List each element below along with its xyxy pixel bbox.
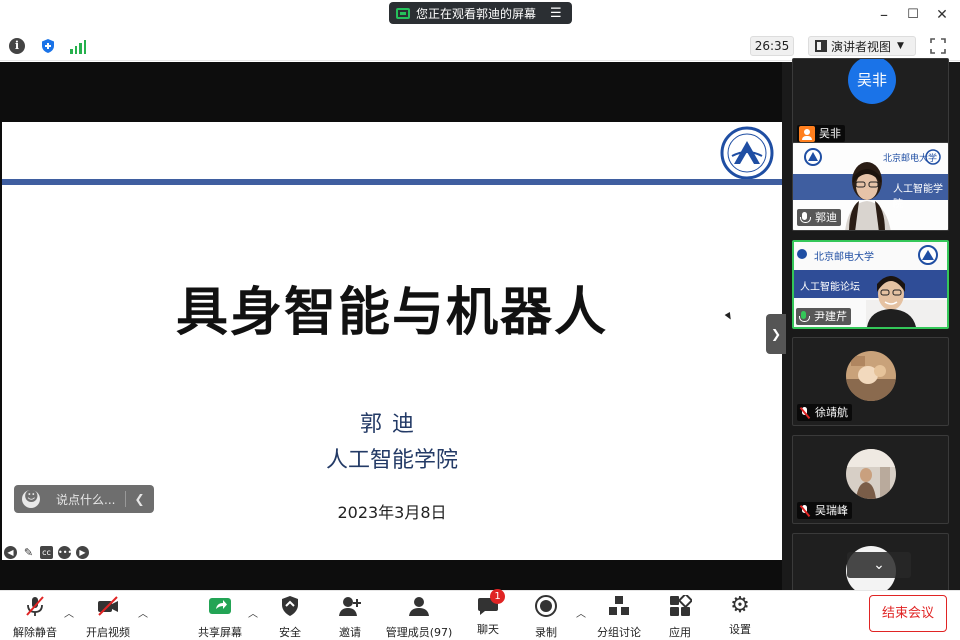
add-user-icon [339,597,361,616]
meeting-timer: 26:35 [750,36,794,56]
record-options-caret[interactable]: ︿ [576,605,586,620]
microphone-icon [799,211,811,224]
participant-tile-active-speaker[interactable]: 北京邮电大学 人工智能论坛 尹建芹 [792,240,949,329]
breakout-rooms-icon [609,596,629,615]
start-video-button[interactable]: 开启视频 [80,595,136,639]
info-icon[interactable]: i [9,38,25,54]
chat-icon-wrapper: 1 [476,589,505,617]
chevron-right-icon: ❯ [770,327,782,341]
share-options-icon[interactable]: ☰ [550,6,562,21]
participants-icon [409,597,429,616]
manage-participants-button[interactable]: 管理成员(97) [384,595,454,639]
microphone-muted-icon [26,596,44,616]
video-camera-off-icon [98,596,118,616]
microphone-muted-icon [799,406,811,419]
emoji-icon[interactable] [22,489,40,508]
reaction-chat-bar[interactable]: 说点什么... ❮ [14,485,154,513]
microphone-muted-icon [799,504,811,517]
title-bar: 您正在观看郭迪的屏幕 ☰ – ☐ ✕ [0,0,960,30]
chat-button[interactable]: 1 聊天 [468,589,508,639]
participant-gallery[interactable]: 吴非 吴非 北京邮电大学 人工智能学院 郭迪 北京邮电大学 人工智能论坛 尹建芹… [782,58,960,593]
arrow-right-icon[interactable]: ▶ [76,546,89,559]
participant-tile[interactable]: ⌄ [792,533,949,593]
apps-button[interactable]: 应用 [660,593,700,639]
participant-name-label: 尹建芹 [796,308,851,325]
chevron-down-icon: ⌄ [873,557,885,573]
fullscreen-icon[interactable] [930,38,946,54]
minimize-button[interactable]: – [873,4,895,26]
avatar [846,351,896,401]
record-button[interactable]: 录制 [526,595,566,639]
speaker-view-icon [815,40,827,52]
caption-icon[interactable]: cc [40,546,53,559]
avatar: 吴非 [848,59,896,104]
meeting-info-bar: i 26:35 演讲者视图 ▼ [0,31,960,61]
more-icon[interactable]: ••• [58,546,72,559]
meeting-toolbar: 解除静音 ︿ 开启视频 ︿ 共享屏幕 ︿ 安全 邀请 管理成员(97) 1 聊天… [0,589,960,640]
video-banner-text: 人工智能论坛 [800,282,860,293]
viewing-share-pill[interactable]: 您正在观看郭迪的屏幕 ☰ [389,2,572,24]
participant-name-label: 郭迪 [797,209,841,226]
security-button[interactable]: 安全 [270,595,310,639]
record-icon [535,595,557,617]
divider [125,491,127,507]
scroll-down-button[interactable]: ⌄ [847,552,911,578]
user-icon [799,125,815,142]
screen-share-icon [396,7,410,19]
end-meeting-button[interactable]: 结束会议 [869,595,947,632]
video-options-caret[interactable]: ︿ [138,605,148,620]
participant-name-label: 吴瑞峰 [797,502,852,519]
arrow-left-icon[interactable]: ◀ [4,546,17,559]
participant-tile[interactable]: 吴瑞峰 [792,435,949,524]
collapse-gallery-button[interactable]: ❯ [766,314,786,354]
shield-icon[interactable] [40,38,56,54]
close-button[interactable]: ✕ [931,4,953,26]
participant-name-label: 吴非 [797,125,845,142]
chevron-down-icon: ▼ [897,41,904,51]
apps-icon [670,593,693,616]
pen-icon[interactable]: ✎ [22,546,35,559]
annotation-tools: ◀ ✎ cc ••• ▶ [4,546,89,560]
settings-button[interactable]: ⚙ 设置 [720,595,760,639]
share-options-caret[interactable]: ︿ [248,605,258,620]
invite-button[interactable]: 邀请 [330,595,370,639]
university-logo [720,126,774,180]
chevron-left-icon[interactable]: ❮ [134,492,144,506]
audio-options-caret[interactable]: ︿ [64,605,74,620]
participant-tile[interactable]: 北京邮电大学 人工智能学院 郭迪 [792,142,949,231]
share-screen-button[interactable]: 共享屏幕 [194,595,246,639]
view-mode-dropdown[interactable]: 演讲者视图 ▼ [808,36,916,56]
gear-icon: ⚙ [730,593,750,618]
slide-department: 人工智能学院 [325,448,458,473]
video-banner-text: 人工智能学院 [893,184,943,210]
avatar [846,449,896,499]
unmute-button[interactable]: 解除静音 [8,595,62,639]
participant-tile[interactable]: 徐靖航 [792,337,949,426]
slide-title: 具身智能与机器人 [175,283,608,343]
slide-author: 郭迪 [359,412,424,437]
shield-icon [282,596,298,616]
chat-unread-badge: 1 [490,589,505,604]
view-mode-label: 演讲者视图 [831,39,892,54]
say-something-input[interactable]: 说点什么... [56,491,115,508]
share-screen-icon [209,598,231,614]
maximize-button[interactable]: ☐ [902,4,924,26]
breakout-rooms-button[interactable]: 分组讨论 [594,595,644,639]
participant-name-label: 徐靖航 [797,404,852,421]
signal-strength-icon[interactable] [70,38,86,54]
microphone-speaking-icon [798,310,810,323]
slide-header-bar [2,179,782,185]
share-notice-text: 您正在观看郭迪的屏幕 [416,6,537,21]
participant-tile[interactable]: 吴非 吴非 [792,58,949,147]
video-logo-text: 北京邮电大学 [814,252,874,263]
